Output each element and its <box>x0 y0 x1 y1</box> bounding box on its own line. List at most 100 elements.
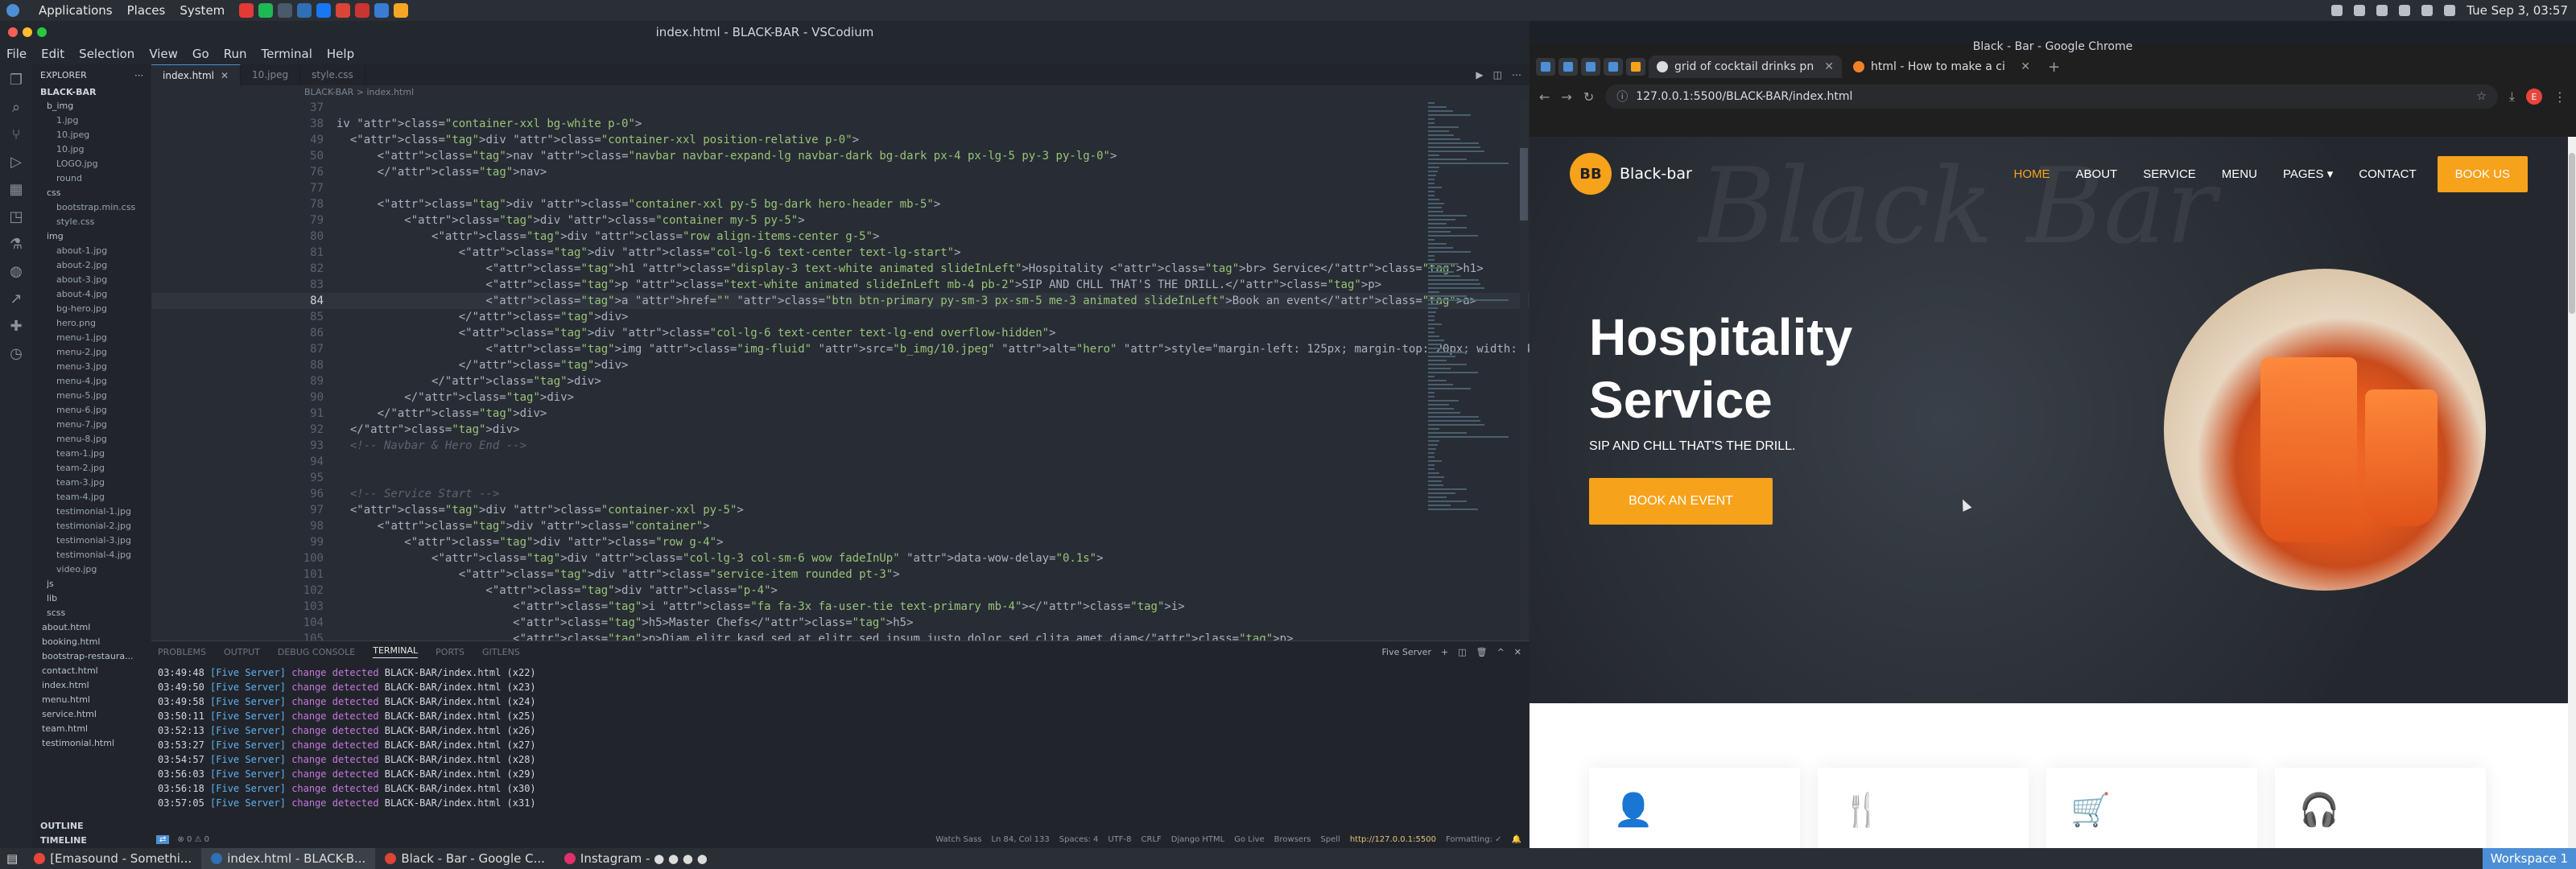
explorer-file[interactable]: menu.html <box>32 693 151 707</box>
menu-go[interactable]: Go <box>192 47 209 61</box>
explorer-file[interactable]: service.html <box>32 707 151 722</box>
server-url[interactable]: http://127.0.0.1:5500 <box>1350 835 1436 844</box>
code-line[interactable]: 86 <"attr">class="tag">div "attr">class=… <box>151 325 1544 341</box>
launcher-terminal-icon[interactable] <box>278 3 293 18</box>
outline-section[interactable]: OUTLINE <box>32 819 151 834</box>
close-window-icon[interactable] <box>8 27 18 37</box>
explorer-file[interactable]: hero.png <box>32 316 151 331</box>
explorer-file[interactable]: menu-8.jpg <box>32 432 151 447</box>
go-live[interactable]: Go Live <box>1234 835 1264 844</box>
source-control-icon[interactable]: ⑂ <box>8 127 24 143</box>
task-instagram[interactable]: Instagram - ● ● ● ● <box>555 848 717 869</box>
nav-contact[interactable]: CONTACT <box>2359 167 2416 181</box>
encoding[interactable]: UTF-8 <box>1108 835 1131 844</box>
explorer-file[interactable]: bg-hero.jpg <box>32 302 151 316</box>
indentation[interactable]: Spaces: 4 <box>1059 835 1099 844</box>
nav-service[interactable]: SERVICE <box>2143 167 2196 181</box>
reload-icon[interactable]: ↻ <box>1583 89 1594 105</box>
code-line[interactable]: 79 <"attr">class="tag">div "attr">class=… <box>151 212 1544 229</box>
battery-icon[interactable] <box>2421 5 2434 16</box>
minimap[interactable] <box>1428 100 1517 640</box>
explorer-file[interactable]: team-3.jpg <box>32 476 151 490</box>
panel-tab-debug[interactable]: DEBUG CONSOLE <box>278 647 355 657</box>
bell-icon[interactable]: 🔔 <box>1512 835 1521 844</box>
launcher-vscode-icon[interactable] <box>297 3 312 18</box>
search-icon[interactable]: ⌕ <box>8 100 24 116</box>
code-line[interactable]: 102 <"attr">class="tag">div "attr">class… <box>151 583 1544 599</box>
address-bar[interactable]: ⓘ 127.0.0.1:5500/BLACK-BAR/index.html ☆ <box>1605 84 2498 109</box>
explorer-folder[interactable]: img <box>32 229 151 244</box>
site-info-icon[interactable]: ⓘ <box>1616 89 1628 105</box>
terminal-name[interactable]: Five Server <box>1382 647 1431 657</box>
menu-selection[interactable]: Selection <box>79 47 134 61</box>
service-card[interactable]: 🎧 <box>2275 768 2486 848</box>
explorer-file[interactable]: menu-4.jpg <box>32 374 151 389</box>
panel-tab-problems[interactable]: PROBLEMS <box>158 647 206 657</box>
explorer-file[interactable]: team.html <box>32 722 151 736</box>
network-icon[interactable] <box>2399 5 2411 16</box>
explorer-icon[interactable]: ❐ <box>8 72 24 89</box>
explorer-file[interactable]: about.html <box>32 620 151 635</box>
code-line[interactable]: 50 <"attr">class="tag">nav "attr">class=… <box>151 148 1544 164</box>
trash-icon[interactable]: 🗑 <box>1476 647 1488 657</box>
remote-icon[interactable]: ◳ <box>8 209 24 225</box>
explorer-file[interactable]: index.html <box>32 678 151 693</box>
clock[interactable]: Tue Sep 3, 03:57 <box>2467 3 2568 18</box>
panel-tab-gitlens[interactable]: GITLENS <box>482 647 520 657</box>
run-debug-icon[interactable]: ▷ <box>8 154 24 171</box>
explorer-file[interactable]: about-2.jpg <box>32 258 151 273</box>
errors-icon[interactable]: ⊗ 0 ⚠ 0 <box>177 835 209 844</box>
timer-icon[interactable]: ◷ <box>8 346 24 362</box>
code-editor[interactable]: 37 38 iv "attr">class="container-xxl bg-wh… <box>151 100 1544 640</box>
code-line[interactable]: 85 </"attr">class="tag">div> <box>151 309 1544 325</box>
task-music[interactable]: [Emasound - Somethi... <box>24 848 201 869</box>
maximize-panel-icon[interactable]: ^ <box>1497 647 1505 657</box>
nav-menu[interactable]: MENU <box>2222 167 2257 181</box>
code-line[interactable]: 103 <"attr">class="tag">i "attr">class="… <box>151 599 1544 615</box>
code-line[interactable]: 49 <"attr">class="tag">div "attr">class=… <box>151 132 1544 148</box>
explorer-folder[interactable]: b_img <box>32 99 151 113</box>
back-icon[interactable]: ← <box>1539 89 1550 105</box>
book-an-event-button[interactable]: BOOK AN EVENT <box>1589 478 1773 525</box>
launcher-edge-icon[interactable] <box>374 3 390 18</box>
split-editor-icon[interactable]: ◫ <box>1493 69 1502 80</box>
close-panel-icon[interactable]: ✕ <box>1514 647 1521 657</box>
puzzle-icon[interactable]: ✚ <box>8 319 24 335</box>
maximize-window-icon[interactable] <box>37 27 47 37</box>
explorer-file[interactable]: menu-3.jpg <box>32 360 151 374</box>
cloud-icon[interactable] <box>2331 5 2343 16</box>
profile-avatar[interactable]: E <box>2526 89 2542 105</box>
explorer-file[interactable]: menu-1.jpg <box>32 331 151 345</box>
pinned-tab-icon[interactable] <box>1604 58 1623 76</box>
menu-file[interactable]: File <box>6 47 27 61</box>
explorer-file[interactable]: team-4.jpg <box>32 490 151 505</box>
explorer-file[interactable]: team-2.jpg <box>32 461 151 476</box>
site-brand[interactable]: BB Black-bar <box>1570 153 1692 195</box>
launcher-app-icon[interactable] <box>239 3 254 18</box>
menu-applications[interactable]: Applications <box>39 3 113 18</box>
formatting[interactable]: Formatting: ✓ <box>1446 835 1502 844</box>
launcher-chrome-icon[interactable] <box>336 3 351 18</box>
explorer-folder[interactable]: scss <box>32 606 151 620</box>
code-line[interactable]: 104 <"attr">class="tag">h5>Master Chefs<… <box>151 615 1544 631</box>
panel-tab-terminal[interactable]: TERMINAL <box>373 645 419 658</box>
code-line[interactable]: 89 </"attr">class="tag">div> <box>151 373 1544 389</box>
explorer-file[interactable]: about-3.jpg <box>32 273 151 287</box>
spell[interactable]: Spell <box>1320 835 1340 844</box>
pinned-tab-icon[interactable] <box>1558 58 1578 76</box>
code-line[interactable]: 90 </"attr">class="tag">div> <box>151 389 1544 406</box>
more-actions-icon[interactable]: ⋯ <box>1512 69 1521 80</box>
distro-logo-icon[interactable] <box>6 4 19 17</box>
pinned-tab-icon[interactable] <box>1626 58 1645 76</box>
pinned-tab-icon[interactable] <box>1581 58 1600 76</box>
menu-edit[interactable]: Edit <box>41 47 64 61</box>
launcher-opera-icon[interactable] <box>355 3 370 18</box>
menu-system[interactable]: System <box>180 3 225 18</box>
remote-status-icon[interactable]: ⇄ <box>156 834 170 844</box>
code-line[interactable]: 99 <"attr">class="tag">div "attr">class=… <box>151 534 1544 550</box>
show-desktop-icon[interactable]: ▤ <box>0 851 24 866</box>
explorer-folder[interactable]: lib <box>32 591 151 606</box>
live-share-icon[interactable]: ↗ <box>8 291 24 307</box>
terminal-output[interactable]: 03:49:48 [Five Server] change detected B… <box>151 662 1530 810</box>
tab-search-icon[interactable] <box>1536 58 1555 76</box>
